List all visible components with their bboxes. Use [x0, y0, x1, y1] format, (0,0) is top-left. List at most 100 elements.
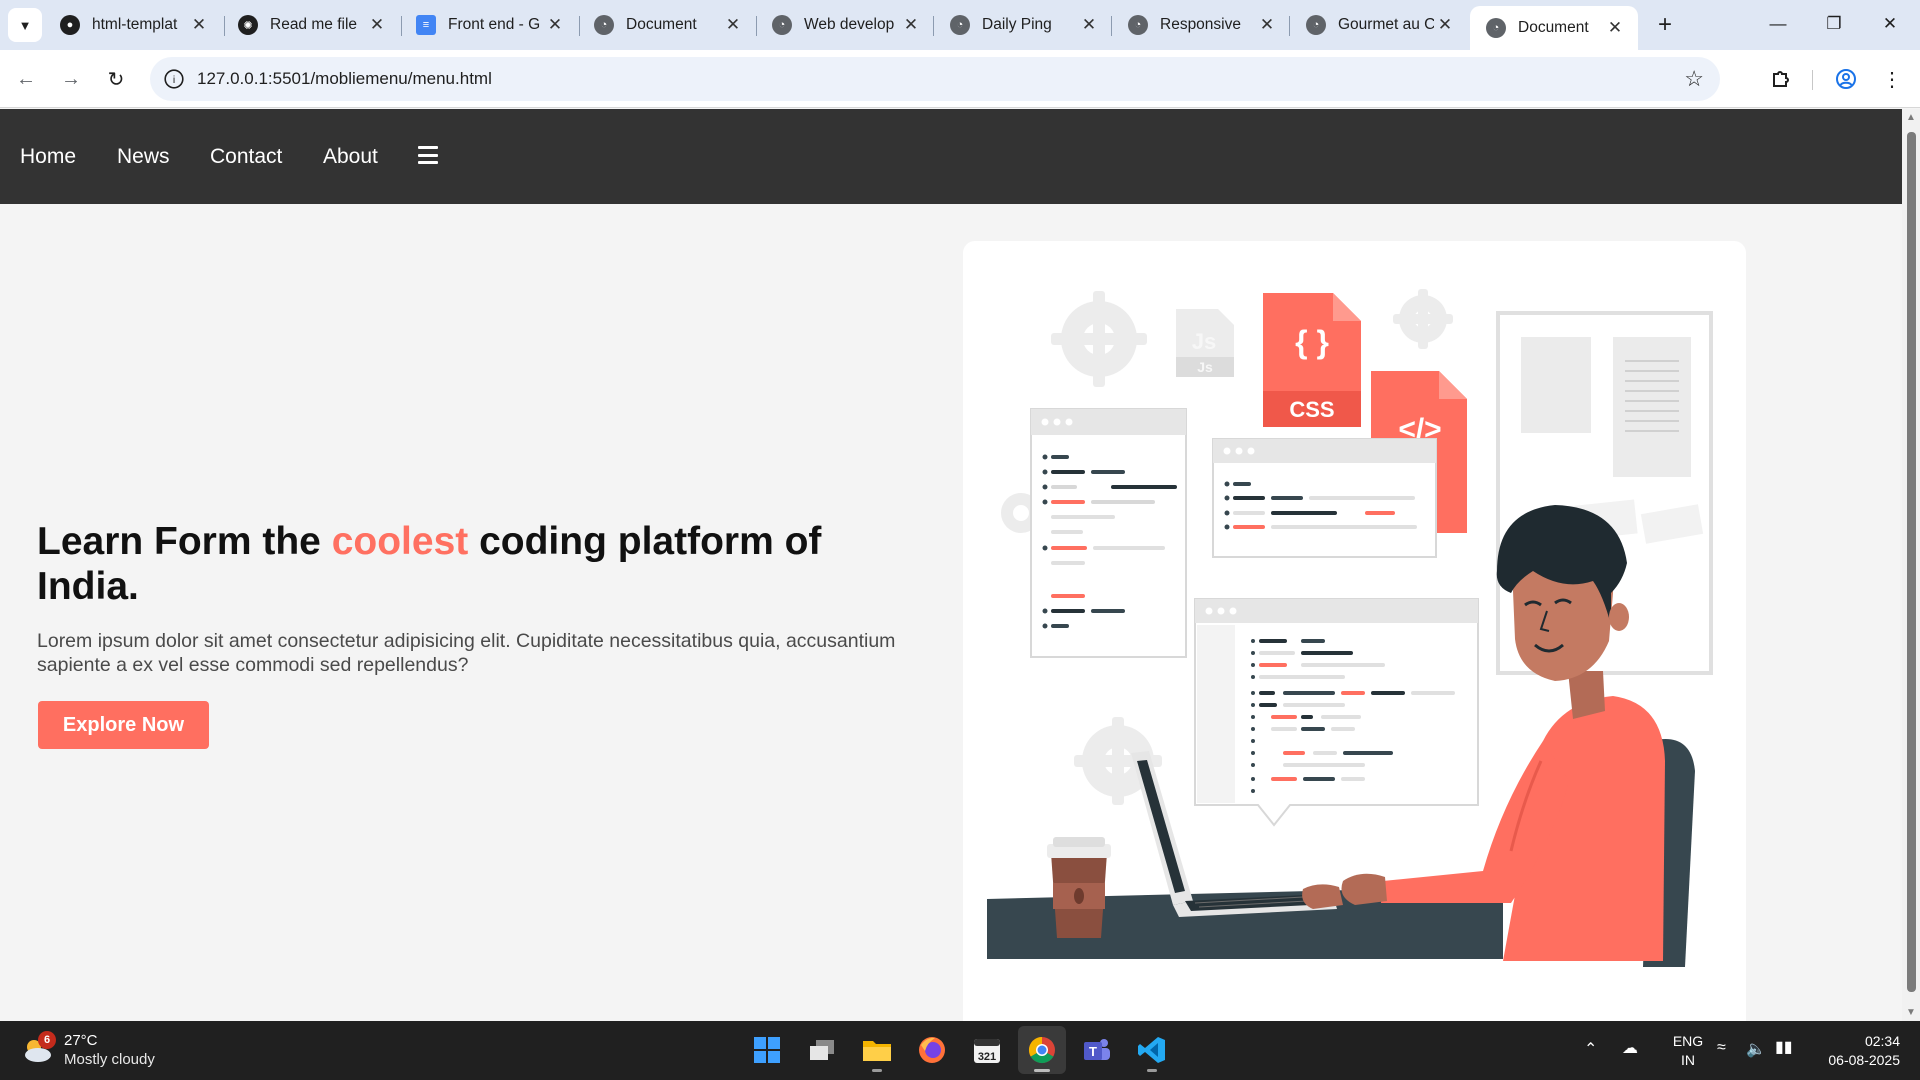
onedrive-offline-icon[interactable]: ☁	[1622, 1038, 1638, 1058]
scrollbar-thumb[interactable]	[1907, 132, 1916, 992]
explore-now-button[interactable]: Explore Now	[38, 701, 209, 749]
js-file-label: Js	[1192, 329, 1216, 354]
close-icon[interactable]: ✕	[1604, 18, 1626, 38]
weather-widget[interactable]: 6 27°C Mostly cloudy	[20, 1029, 170, 1073]
volume-icon[interactable]: 🔈	[1746, 1039, 1766, 1059]
close-window-button[interactable]: ✕	[1862, 6, 1918, 42]
close-icon[interactable]: ✕	[1256, 15, 1278, 35]
code-window-left	[1030, 408, 1187, 658]
task-view-icon	[810, 1040, 834, 1060]
clock-time: 02:34	[1864, 1033, 1900, 1049]
taskbar-clock[interactable]: 02:34 06-08-2025	[1812, 1032, 1900, 1070]
calendar-app-number: 321	[978, 1051, 996, 1063]
region-code: IN	[1681, 1052, 1695, 1068]
tab-search-button[interactable]: ▼	[8, 8, 42, 42]
css-braces-label: { }	[1295, 324, 1329, 360]
browser-tab[interactable]: ◔ Gourmet au C ✕	[1290, 6, 1468, 44]
hero-title-accent: coolest	[331, 520, 469, 563]
account-icon	[1836, 69, 1856, 89]
calendar-app-button[interactable]: 321	[963, 1026, 1011, 1074]
page-scrollbar[interactable]: ▲ ▼	[1902, 109, 1920, 1021]
restore-button[interactable]: ❐	[1806, 6, 1862, 42]
arrow-left-icon: ←	[16, 67, 36, 90]
arrow-right-icon: →	[61, 67, 81, 90]
hero-title: Learn Form the coolest coding platform o…	[37, 519, 917, 609]
running-indicator	[872, 1069, 882, 1072]
url-text[interactable]: 127.0.0.1:5501/mobliemenu/menu.html	[197, 69, 492, 89]
close-icon: ✕	[1882, 14, 1898, 33]
minimize-button[interactable]: —	[1750, 6, 1806, 42]
tab-title: Daily Ping	[982, 16, 1052, 33]
browser-tab[interactable]: ◔ Document ✕	[578, 6, 756, 44]
profile-button[interactable]	[1830, 63, 1862, 95]
nav-link-home[interactable]: Home	[20, 145, 76, 169]
language-indicator[interactable]: ENG IN	[1668, 1032, 1708, 1070]
forward-button[interactable]: →	[53, 61, 89, 97]
close-icon[interactable]: ✕	[188, 15, 210, 35]
weather-alert-badge: 6	[38, 1031, 56, 1049]
gear-icon	[1051, 291, 1147, 387]
tab-strip: ▼ ● html-templat ✕ ✺ Read me file ✕ ≡ Fr…	[0, 0, 1920, 50]
hamburger-menu-icon[interactable]	[418, 146, 438, 164]
running-indicator	[1034, 1069, 1050, 1072]
back-button[interactable]: ←	[8, 61, 44, 97]
site-navbar: Home News Contact About	[0, 109, 1902, 204]
browser-tab[interactable]: ≡ Front end - G ✕	[400, 6, 578, 44]
clock-date: 06-08-2025	[1828, 1052, 1900, 1068]
hero-illustration: Js Js </> { } CSS	[963, 241, 1746, 1021]
svg-text:T: T	[1089, 1044, 1097, 1059]
browser-tab[interactable]: ◔ Daily Ping ✕	[934, 6, 1112, 44]
browser-toolbar: ← → ↻ i 127.0.0.1:5501/mobliemenu/menu.h…	[0, 50, 1920, 108]
reload-button[interactable]: ↻	[98, 61, 134, 97]
minimize-icon: —	[1769, 14, 1787, 33]
address-bar[interactable]: i 127.0.0.1:5501/mobliemenu/menu.html ☆	[150, 57, 1720, 101]
nav-link-about[interactable]: About	[323, 145, 378, 169]
coffee-cup-icon	[1047, 837, 1111, 938]
globe-icon: ◔	[1128, 15, 1148, 35]
browser-tab[interactable]: ● html-templat ✕	[44, 6, 222, 44]
nav-link-contact[interactable]: Contact	[210, 145, 282, 169]
close-icon[interactable]: ✕	[900, 15, 922, 35]
close-icon[interactable]: ✕	[1434, 15, 1456, 35]
bookmark-star-icon[interactable]: ☆	[1684, 66, 1704, 92]
teams-button[interactable]: T	[1073, 1026, 1121, 1074]
close-icon[interactable]: ✕	[544, 15, 566, 35]
scroll-up-arrow-icon[interactable]: ▲	[1906, 112, 1916, 123]
chrome-button[interactable]	[1018, 1026, 1066, 1074]
new-tab-button[interactable]: +	[1648, 8, 1682, 42]
scroll-down-arrow-icon[interactable]: ▼	[1906, 1007, 1916, 1018]
hamburger-line	[418, 161, 438, 164]
browser-tab-active[interactable]: ◔ Document ✕	[1470, 6, 1638, 50]
tab-title: Responsive	[1160, 16, 1241, 33]
task-view-button[interactable]	[798, 1026, 846, 1074]
wifi-icon[interactable]: ≈	[1717, 1039, 1726, 1057]
vscode-button[interactable]	[1128, 1026, 1176, 1074]
reload-icon: ↻	[107, 68, 125, 91]
browser-tab[interactable]: ◔ Responsive ✕	[1112, 6, 1290, 44]
code-window-main	[1194, 598, 1479, 827]
extensions-button[interactable]	[1765, 63, 1797, 95]
browser-tab[interactable]: ◔ Web develop ✕	[756, 6, 934, 44]
running-indicator	[1147, 1069, 1157, 1072]
close-icon[interactable]: ✕	[1078, 15, 1100, 35]
start-icon	[754, 1037, 780, 1063]
js-file-icon: Js Js	[1176, 309, 1234, 377]
firefox-icon	[919, 1037, 945, 1063]
start-button[interactable]	[743, 1026, 791, 1074]
restore-icon: ❐	[1826, 14, 1842, 33]
globe-icon: ◔	[950, 15, 970, 35]
tray-overflow-chevron-icon[interactable]: ⌃	[1584, 1039, 1597, 1059]
file-explorer-icon	[863, 1041, 891, 1061]
close-icon[interactable]: ✕	[722, 15, 744, 35]
browser-tab[interactable]: ✺ Read me file ✕	[222, 6, 400, 44]
firefox-button[interactable]	[908, 1026, 956, 1074]
info-icon[interactable]: i	[164, 69, 184, 89]
nav-link-news[interactable]: News	[117, 145, 170, 169]
close-icon[interactable]: ✕	[366, 15, 388, 35]
page-viewport: Home News Contact About Learn Form the c…	[0, 109, 1902, 1021]
battery-icon[interactable]: ▮▮	[1775, 1037, 1793, 1057]
code-window-top	[1212, 438, 1437, 558]
vscode-icon	[1138, 1037, 1165, 1063]
file-explorer-button[interactable]	[853, 1026, 901, 1074]
browser-menu-button[interactable]: ⋮	[1876, 63, 1908, 95]
